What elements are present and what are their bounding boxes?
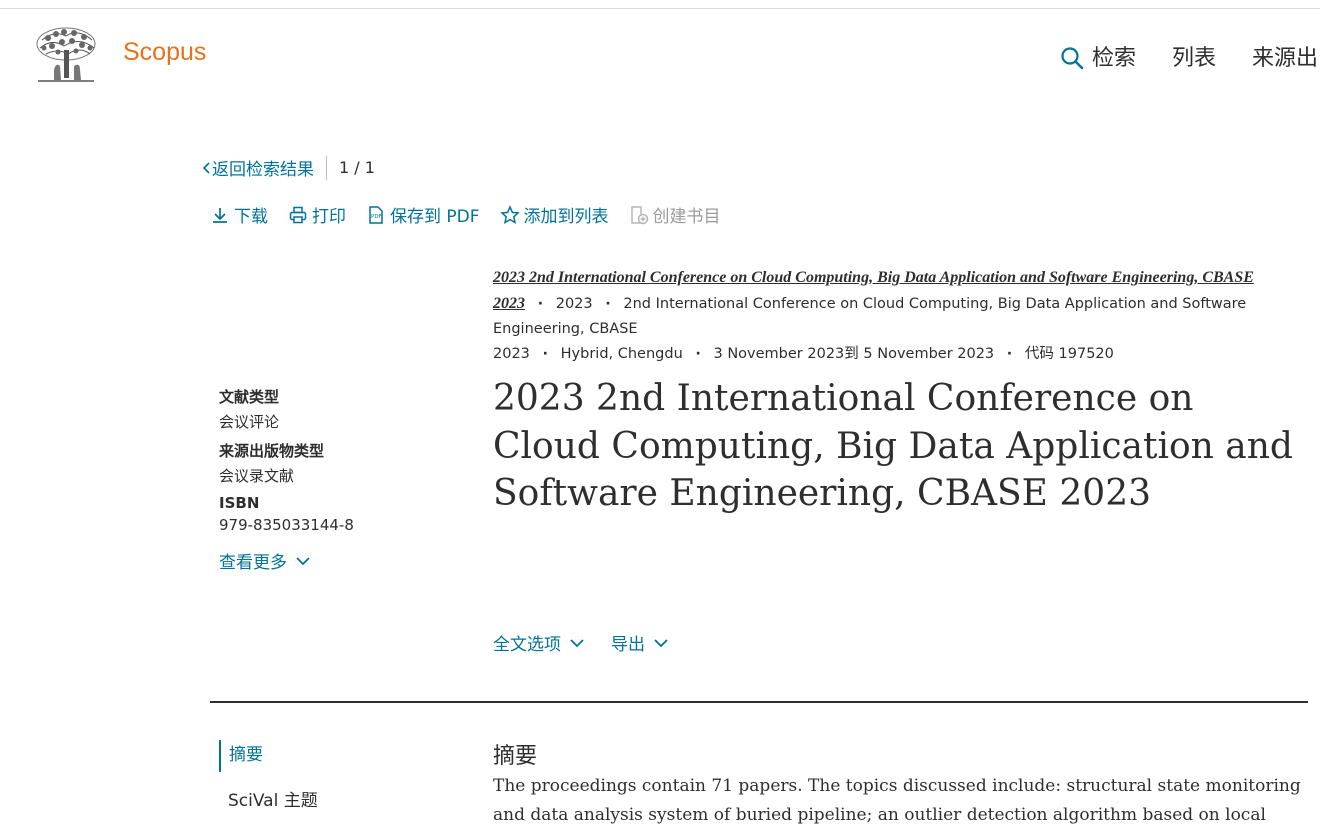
bullet: ·: [605, 296, 611, 312]
bullet: ·: [537, 296, 544, 312]
chevron-left-icon[interactable]: [202, 161, 212, 175]
result-counter: 1 / 1: [339, 158, 375, 177]
nav-search-label: 检索: [1092, 46, 1137, 71]
source-title-link-cont[interactable]: 2023: [493, 295, 525, 312]
add-to-list-label: 添加到列表: [523, 207, 609, 227]
star-icon: [499, 204, 520, 224]
results-navigation: 返回检索结果 1 / 1: [202, 155, 375, 180]
conference-dates: 3 November 2023到 5 November 2023: [713, 346, 995, 362]
top-border: [0, 8, 1320, 9]
back-to-results-link[interactable]: 返回检索结果: [212, 155, 314, 180]
document-metadata: 文献类型 会议评论 来源出版物类型 会议录文献 ISBN 979-8350331…: [219, 386, 459, 573]
save-pdf-label: 保存到 PDF: [390, 207, 480, 227]
bullet: ·: [695, 346, 701, 362]
add-to-list-button[interactable]: 添加到列表: [499, 202, 609, 227]
see-more-button[interactable]: 查看更多: [219, 548, 459, 573]
bullet: ·: [1006, 346, 1013, 362]
nav-sources-link[interactable]: 来源出: [1252, 40, 1318, 72]
source-type-value: 会议录文献: [219, 467, 295, 485]
print-button[interactable]: 打印: [288, 202, 346, 227]
download-label: 下载: [234, 207, 268, 227]
abstract-text: The proceedings contain 71 papers. The t…: [493, 776, 1301, 825]
nav-lists-link[interactable]: 列表: [1172, 40, 1216, 72]
sidenav-item-scival[interactable]: SciVal 主题: [219, 786, 318, 811]
separator: [326, 155, 327, 180]
document-title: 2023 2nd International Conference on Clo…: [493, 378, 1293, 514]
conference-code: 代码 197520: [1024, 346, 1114, 362]
save-pdf-button[interactable]: PDF 保存到 PDF: [366, 202, 480, 227]
full-text-options-label: 全文选项: [493, 635, 561, 655]
section-divider: [210, 701, 1308, 703]
source-year: 2023: [555, 296, 593, 312]
svg-text:PDF: PDF: [371, 214, 382, 220]
isbn-value: 979-835033144-8: [219, 516, 354, 534]
nav-search-link[interactable]: 检索: [1060, 40, 1136, 72]
create-bibliography-button[interactable]: 创建书目: [629, 202, 721, 227]
elsevier-tree-logo-icon[interactable]: [34, 26, 98, 84]
abstract-heading: 摘要: [493, 744, 538, 769]
create-bibliography-label: 创建书目: [652, 207, 721, 227]
full-text-options-button[interactable]: 全文选项: [493, 630, 585, 655]
source-title-link[interactable]: 2023 2nd International Conference on Clo…: [493, 269, 1254, 286]
download-button[interactable]: 下载: [210, 202, 268, 227]
chevron-down-icon: [654, 638, 668, 647]
top-navigation: 检索 列表 来源出: [1060, 40, 1320, 72]
pdf-icon: PDF: [369, 205, 383, 224]
print-icon: [289, 206, 307, 223]
source-type-label: 来源出版物类型: [219, 442, 325, 460]
see-more-label: 查看更多: [219, 553, 287, 573]
print-label: 打印: [312, 207, 346, 227]
sidenav-item-abstract[interactable]: 摘要: [219, 740, 318, 772]
conference-name-cont: 2023: [493, 346, 530, 362]
bullet: ·: [542, 346, 549, 362]
export-label: 导出: [611, 635, 645, 655]
doc-type-value: 会议评论: [219, 413, 280, 431]
document-actions: 下载 打印 PDF 保存到 PDF 添加到列表 创建书目: [210, 202, 741, 227]
chevron-down-icon: [296, 556, 310, 565]
doc-type-label: 文献类型: [219, 388, 280, 406]
document-options: 全文选项 导出: [493, 630, 695, 655]
section-navigation: 摘要 SciVal 主题: [219, 740, 318, 811]
isbn-label: ISBN: [219, 494, 260, 512]
conference-location: Hybrid, Chengdu: [560, 346, 683, 362]
search-icon: [1061, 47, 1084, 70]
export-button[interactable]: 导出: [611, 630, 669, 655]
source-info: 2023 2nd International Conference on Clo…: [493, 265, 1303, 367]
bibliography-icon: [630, 205, 648, 224]
download-icon: [213, 207, 227, 223]
chevron-down-icon: [570, 638, 584, 647]
brand-name[interactable]: Scopus: [123, 38, 206, 67]
